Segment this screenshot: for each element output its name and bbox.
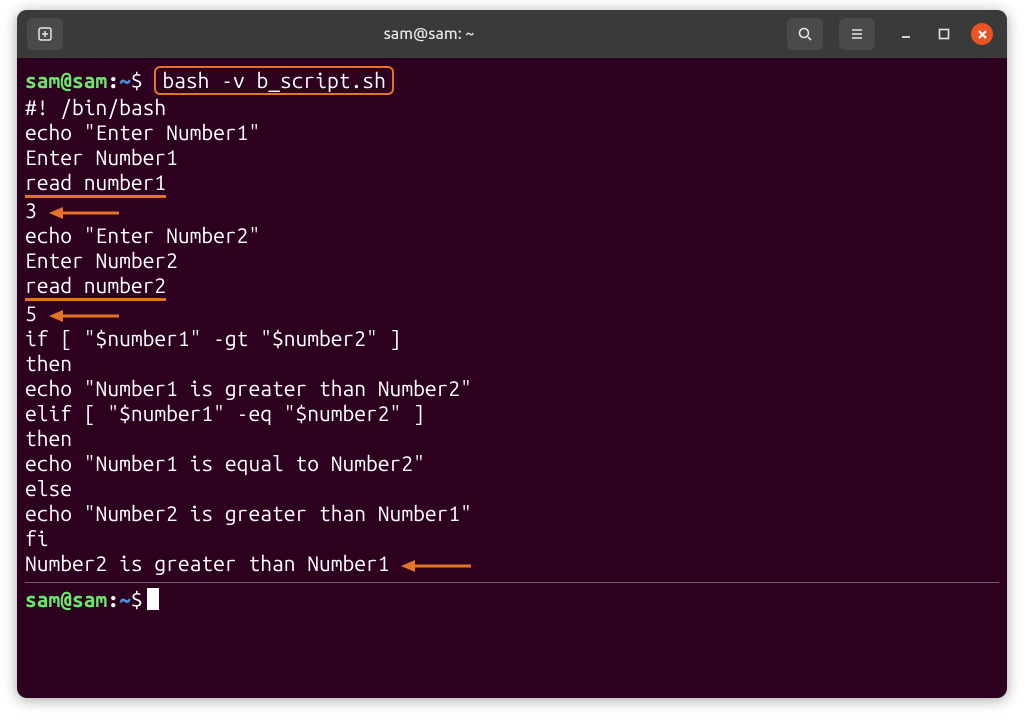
menu-button[interactable] — [839, 18, 875, 50]
prompt-line-1: sam@sam:~$ bash -v b_script.sh — [25, 66, 999, 95]
input-line-1: 3 — [25, 198, 999, 223]
titlebar-right — [787, 18, 997, 50]
new-tab-icon — [37, 26, 53, 42]
search-icon — [797, 26, 813, 42]
cursor — [147, 588, 159, 610]
output-echo2: echo "Enter Number2" — [25, 223, 999, 248]
prompt-user: sam@sam — [25, 68, 107, 92]
output-e-eq: echo "Number1 is equal to Number2" — [25, 451, 999, 476]
maximize-button[interactable] — [929, 19, 959, 49]
separator-line — [25, 582, 999, 583]
search-button[interactable] — [787, 18, 823, 50]
input-2: 5 — [25, 301, 37, 325]
prompt-dollar: $ — [131, 68, 143, 92]
maximize-icon — [938, 28, 950, 40]
output-else: else — [25, 476, 999, 501]
prompt-user: sam@sam — [25, 587, 107, 611]
result-text: Number2 is greater than Number1 — [25, 551, 390, 575]
output-e-gt: echo "Number1 is greater than Number2" — [25, 376, 999, 401]
output-if: if [ "$number1" -gt "$number2" ] — [25, 326, 999, 351]
prompt-colon: : — [107, 587, 119, 611]
prompt-colon: : — [107, 68, 119, 92]
prompt-line-2: sam@sam:~$ — [25, 587, 999, 612]
close-icon — [971, 23, 993, 45]
highlighted-command: bash -v b_script.sh — [162, 68, 385, 92]
highlighted-command-box: bash -v b_script.sh — [154, 66, 393, 95]
output-read1: read number1 — [25, 170, 999, 198]
output-enter1: Enter Number1 — [25, 145, 999, 170]
arrow-annotation-2 — [49, 309, 119, 323]
output-e-lt: echo "Number2 is greater than Number1" — [25, 501, 999, 526]
terminal-window: sam@sam: ~ — [17, 10, 1007, 698]
arrow-left-icon — [49, 206, 119, 220]
prompt-path: ~ — [119, 68, 131, 92]
terminal-body[interactable]: sam@sam:~$ bash -v b_script.sh #! /bin/b… — [17, 58, 1007, 698]
underlined-read1: read number1 — [25, 170, 166, 198]
input-1: 3 — [25, 198, 37, 222]
result-line: Number2 is greater than Number1 — [25, 551, 999, 576]
output-elif: elif [ "$number1" -eq "$number2" ] — [25, 401, 999, 426]
new-tab-button[interactable] — [27, 18, 63, 50]
minimize-icon — [899, 27, 913, 41]
prompt-path: ~ — [119, 587, 131, 611]
titlebar: sam@sam: ~ — [17, 10, 1007, 58]
minimize-button[interactable] — [891, 19, 921, 49]
output-fi: fi — [25, 526, 999, 551]
arrow-left-icon — [49, 309, 119, 323]
arrow-left-icon — [401, 559, 471, 573]
arrow-annotation-1 — [49, 206, 119, 220]
hamburger-icon — [849, 26, 865, 42]
output-shebang: #! /bin/bash — [25, 95, 999, 120]
input-line-2: 5 — [25, 301, 999, 326]
output-then1: then — [25, 351, 999, 376]
window-title: sam@sam: ~ — [71, 25, 787, 43]
close-button[interactable] — [967, 19, 997, 49]
prompt-dollar: $ — [131, 587, 143, 611]
output-echo1: echo "Enter Number1" — [25, 120, 999, 145]
output-enter2: Enter Number2 — [25, 248, 999, 273]
output-then2: then — [25, 426, 999, 451]
output-read2: read number2 — [25, 273, 999, 301]
underlined-read2: read number2 — [25, 273, 166, 301]
arrow-annotation-3 — [401, 559, 471, 573]
